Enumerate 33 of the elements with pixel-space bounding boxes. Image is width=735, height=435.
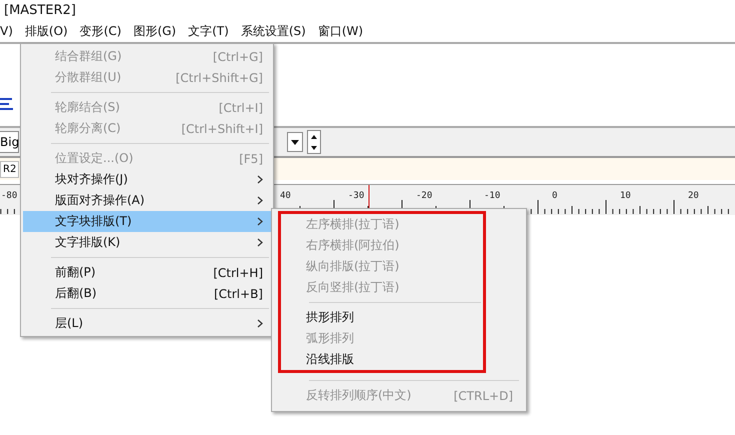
- dropdown-button[interactable]: [287, 132, 303, 152]
- ruler-label: 10: [620, 191, 631, 201]
- menu-item[interactable]: 前翻(P) [Ctrl+H]: [23, 262, 271, 283]
- menu-bar-item[interactable]: 变形(C): [74, 22, 128, 40]
- ruler-label: 20: [688, 191, 699, 201]
- menu-bar-item[interactable]: 图形(G): [127, 22, 182, 40]
- align-lines-icon: [0, 98, 14, 110]
- ruler-label: -30: [348, 191, 364, 201]
- layer-tab[interactable]: R2: [0, 160, 20, 178]
- menu-bar-item[interactable]: 文字(T): [182, 22, 235, 40]
- menu-item[interactable]: 后翻(B) [Ctrl+B]: [23, 283, 271, 304]
- ruler-label: 0: [552, 191, 558, 201]
- menu-item[interactable]: 块对齐操作(J): [23, 169, 271, 190]
- spin-button[interactable]: [307, 130, 321, 154]
- ruler-label: -80: [1, 191, 18, 201]
- window-title: [MASTER2]: [3, 2, 77, 20]
- menu-bar-item[interactable]: V): [0, 24, 19, 38]
- menu-item[interactable]: 沿线排版: [281, 349, 483, 370]
- menu-item[interactable]: 拱形排列: [281, 307, 483, 328]
- menu-bar-item[interactable]: 系统设置(S): [234, 22, 312, 40]
- ruler-label: -20: [416, 191, 432, 201]
- menu-item[interactable]: 层(L): [23, 313, 271, 334]
- menu-item[interactable]: 文字块排版(T): [23, 211, 271, 232]
- menu-item[interactable]: 版面对齐操作(A): [23, 190, 271, 211]
- ruler-label: 40: [280, 191, 291, 201]
- menu-item[interactable]: 文字排版(K): [23, 232, 271, 253]
- down-triangle-icon: [311, 146, 317, 150]
- font-field[interactable]: Big: [0, 131, 19, 153]
- menu-bar-item[interactable]: 窗口(W): [312, 22, 370, 40]
- ruler-label: -10: [484, 191, 500, 201]
- menu-bar-item[interactable]: 排版(O): [18, 22, 74, 40]
- down-triangle-icon: [291, 140, 299, 144]
- up-triangle-icon: [311, 134, 317, 138]
